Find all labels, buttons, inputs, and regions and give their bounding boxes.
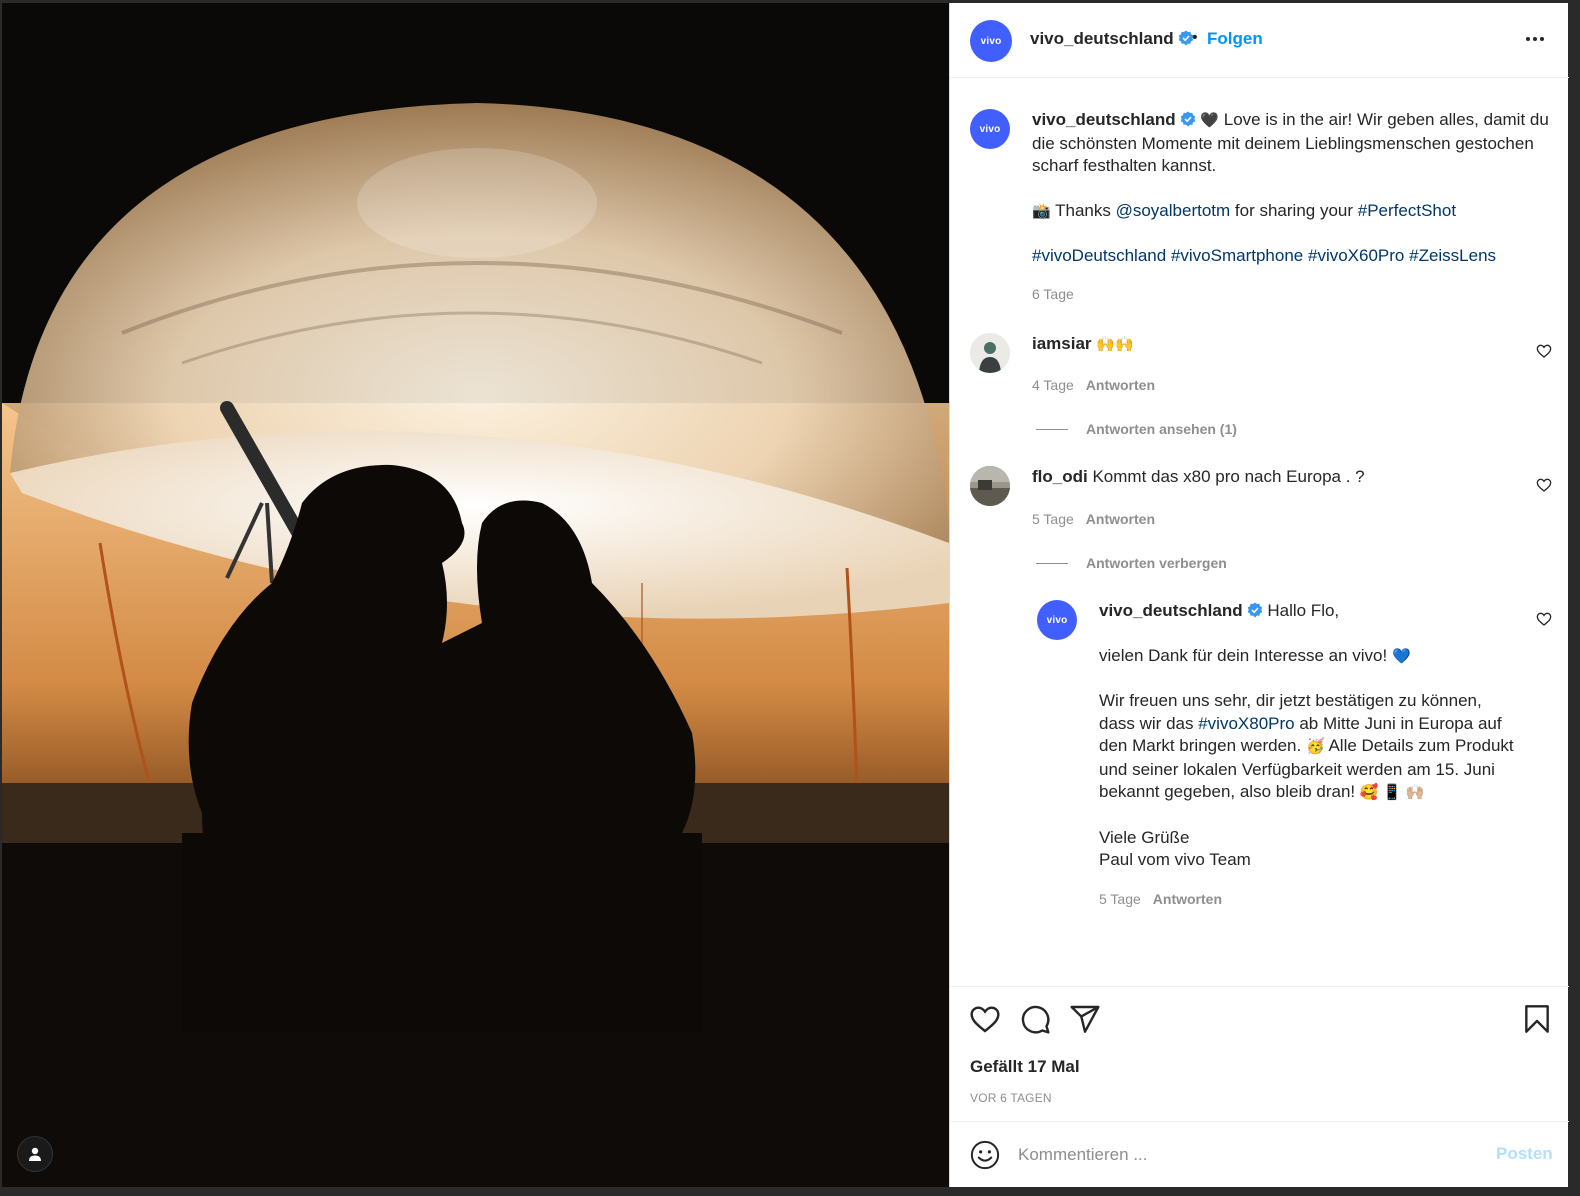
view-replies-button[interactable]: Antworten ansehen (1) [1036, 421, 1237, 437]
reply-button[interactable]: Antworten [1086, 377, 1155, 393]
replies-divider-line [1036, 428, 1068, 430]
author-avatar[interactable]: vivo [970, 20, 1012, 62]
comment-like-heart-icon[interactable] [1536, 477, 1552, 493]
add-comment-bar: Posten [950, 1121, 1569, 1187]
comment-icon[interactable] [1019, 1003, 1051, 1035]
hashtag-link[interactable]: #PerfectShot [1358, 201, 1456, 220]
user-tag-icon [29, 1147, 41, 1161]
post-actions: Gefällt 17 Mal VOR 6 TAGEN [950, 986, 1569, 1121]
emoji-icon[interactable] [970, 1140, 1000, 1170]
reply-signature: Paul vom vivo Team [1099, 850, 1251, 869]
caption-thanks: Thanks [1055, 200, 1111, 220]
commenter-avatar[interactable] [970, 333, 1010, 373]
replies-divider-line [1036, 562, 1068, 564]
heart-icon[interactable] [969, 1003, 1001, 1035]
reply-button[interactable]: Antworten [1153, 891, 1222, 907]
reply-thanks-line: vielen Dank für dein Interesse an vivo! … [1099, 645, 1514, 669]
author-name: vivo_deutschland [1030, 29, 1174, 48]
hashtag-link[interactable]: #vivoX60Pro [1308, 246, 1404, 265]
comments-section: vivo vivo_deutschland 🖤 Love is in the a… [950, 79, 1569, 985]
follow-button[interactable]: Folgen [1207, 29, 1263, 49]
verified-badge-icon [1180, 111, 1195, 127]
comment: flo_odi Kommt das x80 pro nach Europa . … [1032, 466, 1512, 489]
caption-author-avatar[interactable]: vivo [970, 109, 1010, 149]
post-comment-button[interactable]: Posten [1496, 1144, 1553, 1164]
bookmark-icon[interactable] [1521, 1003, 1553, 1035]
hide-replies-button[interactable]: Antworten verbergen [1036, 555, 1227, 571]
post-details-panel: vivo vivo_deutschland • Folgen vivo vivo… [949, 3, 1569, 1187]
comment-time: 4 Tage [1032, 377, 1074, 393]
more-options-icon[interactable] [1520, 27, 1550, 51]
reply-time: 5 Tage [1099, 891, 1141, 907]
comment-time: 5 Tage [1032, 511, 1074, 527]
user-tag-button[interactable] [17, 1136, 53, 1172]
caption-author[interactable]: vivo_deutschland [1032, 110, 1176, 129]
author-username[interactable]: vivo_deutschland [1030, 29, 1194, 49]
black-heart-emoji: 🖤 [1200, 112, 1220, 129]
comment-input[interactable] [1018, 1140, 1478, 1170]
share-icon[interactable] [1069, 1003, 1101, 1035]
comment-text: Kommt das x80 pro nach Europa . ? [1092, 467, 1365, 486]
reply-emojis: 🥰 📱 🙌🏼 [1359, 784, 1425, 801]
hashtag-link[interactable]: #ZeissLens [1409, 246, 1496, 265]
hide-replies-label: Antworten verbergen [1086, 555, 1227, 571]
reply-comment: vivo_deutschland Hallo Flo, vielen Dank … [1099, 600, 1514, 872]
reply-signoff: Viele Grüße [1099, 827, 1190, 847]
verified-badge-icon [1247, 602, 1262, 618]
reply-button[interactable]: Antworten [1086, 511, 1155, 527]
mention-link[interactable]: @soyalbertotm [1116, 201, 1231, 220]
commenter-avatar[interactable] [970, 466, 1010, 506]
reply-username[interactable]: vivo_deutschland [1099, 601, 1243, 620]
avatar-text: vivo [980, 35, 1002, 47]
comment-like-heart-icon[interactable] [1536, 343, 1552, 359]
avatar-text: vivo [979, 123, 1001, 135]
camera-emoji: 📸 [1032, 202, 1051, 220]
party-emoji: 🥳 [1305, 738, 1325, 755]
hashtag-link[interactable]: #vivoX80Pro [1198, 714, 1294, 733]
caption: vivo_deutschland 🖤 Love is in the air! W… [1032, 109, 1554, 268]
post-header: vivo vivo_deutschland • Folgen [950, 3, 1569, 78]
view-replies-label: Antworten ansehen (1) [1086, 421, 1237, 437]
post-photo[interactable] [2, 3, 949, 1187]
post-image [2, 3, 949, 1187]
avatar-text: vivo [1046, 614, 1068, 626]
caption-hashtags: #vivoDeutschland #vivoSmartphone #vivoX6… [1032, 245, 1554, 268]
reply-author-avatar[interactable]: vivo [1037, 600, 1077, 640]
app-frame: vivo vivo_deutschland • Folgen vivo vivo… [0, 0, 1580, 1196]
comment-text: 🙌🙌 [1096, 336, 1134, 353]
reply-paragraph: Wir freuen uns sehr, dir jetzt bestätige… [1099, 690, 1514, 805]
hashtag-link[interactable]: #vivoDeutschland [1032, 246, 1166, 265]
comment-like-heart-icon[interactable] [1536, 611, 1552, 627]
caption-thanks-line: 📸 Thanks @soyalbertotm for sharing your … [1032, 200, 1554, 224]
reply-thanks-text: vielen Dank für dein Interesse an vivo! [1099, 645, 1388, 665]
avatar-image [970, 466, 1010, 506]
comment-meta: 4 Tage Antworten [1032, 377, 1155, 393]
comment-meta: 5 Tage Antworten [1032, 511, 1155, 527]
comment-username[interactable]: flo_odi [1032, 467, 1088, 486]
caption-time: 6 Tage [1032, 286, 1074, 302]
comment: iamsiar 🙌🙌 [1032, 333, 1512, 357]
post-date: VOR 6 TAGEN [970, 1091, 1052, 1105]
reply-greeting: Hallo Flo, [1267, 601, 1340, 620]
hashtag-link[interactable]: #vivoSmartphone [1171, 246, 1303, 265]
header-separator: • [1192, 29, 1198, 46]
comment-username[interactable]: iamsiar [1032, 334, 1092, 353]
likes-count[interactable]: Gefällt 17 Mal [970, 1057, 1080, 1077]
blue-heart-emoji: 💙 [1391, 647, 1411, 665]
reply-meta: 5 Tage Antworten [1099, 891, 1222, 907]
avatar-image [970, 333, 1010, 373]
caption-for-sharing: for sharing your [1234, 200, 1354, 220]
